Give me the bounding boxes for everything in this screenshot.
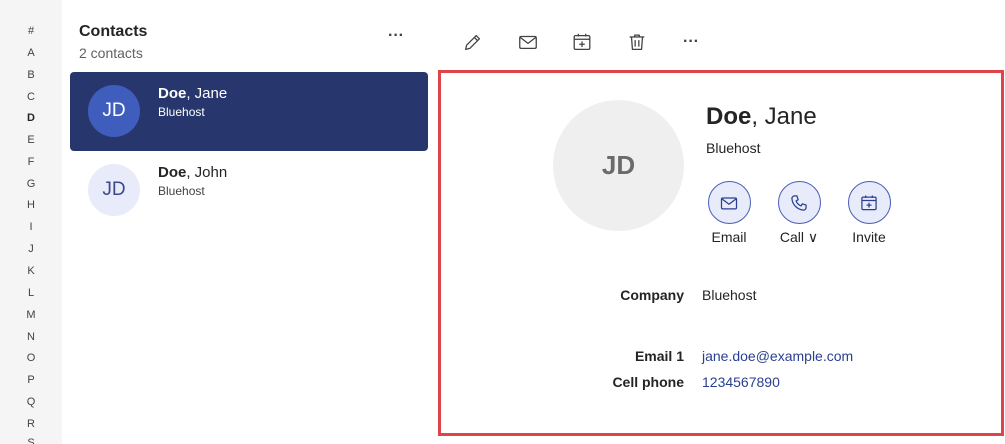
call-action-button[interactable]: Call ∨: [767, 181, 831, 246]
contact-name: Doe, Jane: [158, 85, 227, 102]
calendar-add-icon: [573, 33, 591, 50]
delete-button[interactable]: [624, 29, 650, 55]
contact-last-name: Doe: [158, 164, 187, 181]
contact-full-name: Doe, Jane: [706, 103, 817, 131]
company-value: Bluehost: [702, 287, 757, 303]
alphabet-index: # A B C D E F G H I J K L M N O P Q R S: [0, 0, 62, 444]
alpha-index-i[interactable]: I: [0, 220, 62, 234]
alpha-index-d[interactable]: D: [0, 111, 62, 125]
alpha-index-g[interactable]: G: [0, 177, 62, 191]
mail-icon: [720, 196, 738, 209]
alpha-index-s[interactable]: S: [0, 436, 62, 444]
email-action-button[interactable]: Email: [697, 181, 761, 245]
alpha-index-n[interactable]: N: [0, 330, 62, 344]
list-title: Contacts: [79, 23, 148, 40]
email-label: Email 1: [634, 348, 684, 364]
toolbar-more-options-button[interactable]: ···: [678, 29, 704, 55]
contact-row-jane-doe[interactable]: JD Doe, Jane Bluehost: [70, 72, 428, 151]
avatar: JD: [88, 85, 140, 137]
phone-label: Cell phone: [612, 374, 684, 390]
alpha-index-m[interactable]: M: [0, 308, 62, 322]
phone-icon: [791, 194, 807, 211]
list-more-options-button[interactable]: ···: [384, 26, 408, 50]
avatar-large: JD: [553, 100, 684, 231]
alpha-index-q[interactable]: Q: [0, 395, 62, 409]
alpha-index-j[interactable]: J: [0, 242, 62, 256]
contact-row-john-doe[interactable]: JD Doe, John Bluehost: [70, 151, 428, 230]
alpha-index-r[interactable]: R: [0, 417, 62, 431]
company-label: Company: [620, 287, 684, 303]
phone-link[interactable]: 1234567890: [702, 374, 780, 390]
alpha-index-b[interactable]: B: [0, 68, 62, 82]
alpha-index-h[interactable]: H: [0, 198, 62, 212]
invite-action-button[interactable]: Invite: [837, 181, 901, 245]
contact-company: Bluehost: [158, 105, 205, 119]
call-action-circle: [777, 181, 821, 224]
contact-last-name: Doe: [158, 85, 187, 102]
contact-company: Bluehost: [158, 184, 205, 198]
pencil-icon: [465, 34, 481, 50]
calendar-add-icon: [861, 195, 877, 210]
edit-button[interactable]: [460, 29, 486, 55]
alpha-index-e[interactable]: E: [0, 133, 62, 147]
contact-name: Doe, John: [158, 164, 227, 181]
alpha-index-hash[interactable]: #: [0, 24, 62, 38]
alpha-index-f[interactable]: F: [0, 155, 62, 169]
contact-first-name: , John: [186, 164, 228, 181]
invite-button[interactable]: [569, 29, 595, 55]
mail-icon: [519, 35, 537, 50]
contact-toolbar: ···: [436, 0, 1005, 70]
email-action-label: Email: [711, 229, 747, 245]
contact-last-name: Doe: [706, 103, 752, 130]
contact-first-name: , Jane: [751, 103, 817, 130]
email-button[interactable]: [515, 29, 541, 55]
call-action-label: Call ∨: [779, 229, 819, 245]
contact-detail-card: JD Doe, Jane Bluehost Email Call ∨ Invit…: [438, 70, 1004, 436]
invite-action-circle: [847, 181, 891, 224]
invite-action-label: Invite: [852, 229, 886, 245]
contact-count: 2 contacts: [79, 45, 143, 61]
alpha-index-p[interactable]: P: [0, 373, 62, 387]
alpha-index-l[interactable]: L: [0, 286, 62, 300]
trash-icon: [629, 34, 645, 50]
contact-company: Bluehost: [706, 140, 761, 156]
contact-first-name: , Jane: [186, 85, 228, 102]
alpha-index-k[interactable]: K: [0, 264, 62, 278]
contact-list-panel: Contacts 2 contacts ··· JD Doe, Jane Blu…: [62, 0, 436, 444]
avatar: JD: [88, 164, 140, 216]
alpha-index-o[interactable]: O: [0, 351, 62, 365]
email-action-circle: [707, 181, 751, 224]
email-link[interactable]: jane.doe@example.com: [702, 348, 853, 364]
alpha-index-c[interactable]: C: [0, 90, 62, 104]
alpha-index-a[interactable]: A: [0, 46, 62, 60]
